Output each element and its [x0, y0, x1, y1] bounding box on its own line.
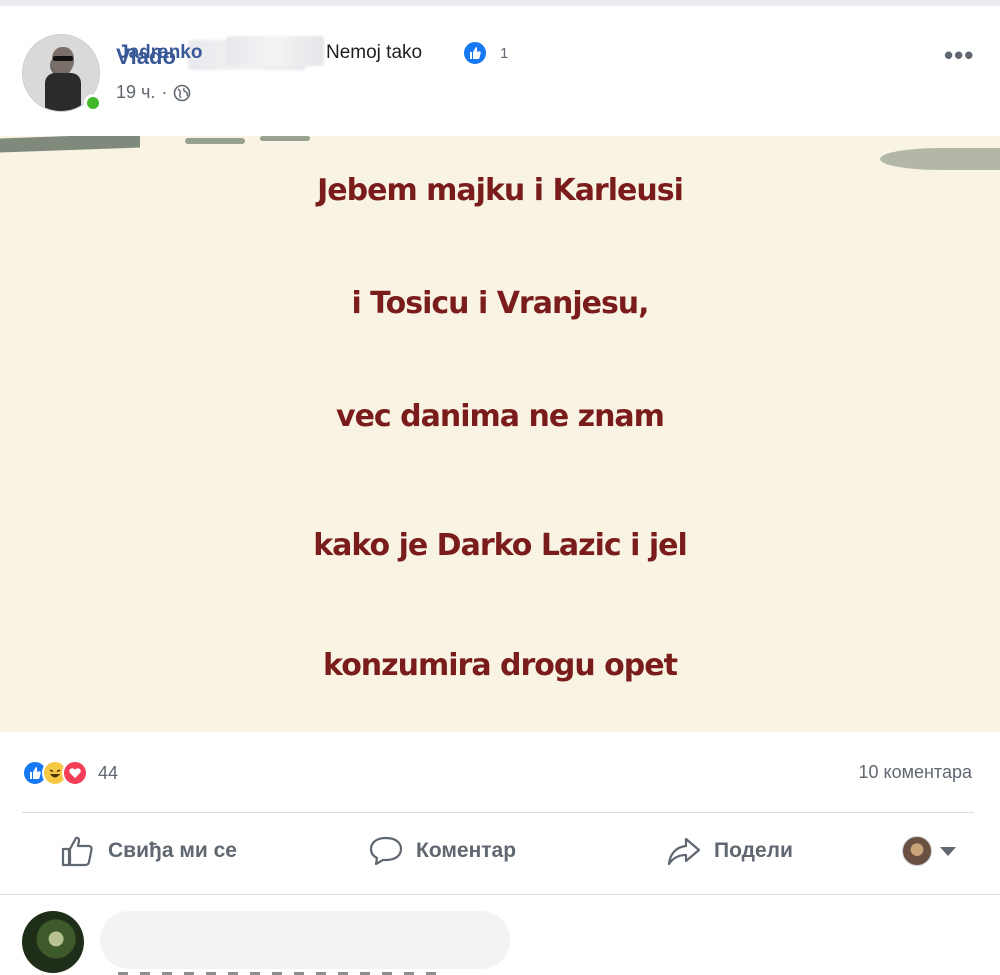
profile-avatar	[902, 836, 932, 866]
comment-reactions[interactable]: 1	[460, 40, 511, 66]
meme-text-line: Jebem majku i Karleusi	[317, 173, 684, 208]
more-options-icon[interactable]: •••	[944, 40, 974, 71]
meta-separator: ·	[161, 82, 168, 102]
meme-text-line: vec danima ne znam	[336, 399, 665, 434]
like-button[interactable]: Свиђа ми се	[60, 834, 237, 868]
comment-text: Nemoj tako	[326, 42, 423, 63]
online-status-icon	[84, 94, 102, 112]
share-arrow-icon	[667, 837, 701, 866]
comment-bubble-icon	[369, 836, 403, 866]
globe-icon[interactable]	[173, 84, 191, 102]
share-label: Подели	[714, 839, 793, 862]
post-header: Vlado 19 ч. · •••	[0, 12, 1000, 136]
redacted-last-name	[226, 36, 324, 66]
chevron-down-icon	[940, 846, 956, 856]
image-brush-stroke	[260, 136, 310, 141]
comment-bubble	[100, 911, 510, 969]
post-meta: 19 ч. ·	[116, 82, 191, 103]
image-brush-stroke	[185, 138, 245, 144]
comments-count-link[interactable]: 10 коментара	[858, 762, 972, 783]
meme-text-line: konzumira drogu opet	[323, 648, 678, 683]
post-image[interactable]: Jebem majku i Karleusi i Tosicu i Vranje…	[0, 136, 1000, 732]
meme-text-line: kako je Darko Lazic i jel	[313, 528, 688, 563]
like-icon	[462, 40, 488, 66]
reaction-count: 44	[98, 762, 119, 783]
post-card: Vlado 19 ч. · ••• Jebem majku i Karleusi…	[0, 0, 1000, 975]
reaction-profile-selector[interactable]	[902, 836, 956, 866]
comment-label: Коментар	[416, 839, 517, 862]
post-timestamp[interactable]: 19 ч.	[116, 82, 155, 103]
like-label: Свиђа ми се	[108, 839, 237, 862]
share-button[interactable]: Подели	[666, 834, 793, 868]
love-icon	[62, 760, 88, 786]
comment-reaction-count: 1	[500, 44, 509, 62]
thumbs-up-icon	[61, 836, 93, 867]
avatar-sunglasses	[53, 56, 73, 61]
image-brush-stroke	[0, 136, 140, 153]
image-brush-stroke	[880, 148, 1000, 170]
commenter-avatar[interactable]	[22, 911, 84, 973]
commenter-name[interactable]: Jadranko	[118, 42, 202, 64]
reactions-summary[interactable]: 44	[22, 760, 118, 786]
divider	[22, 812, 974, 813]
meme-text-line: i Tosicu i Vranjesu,	[351, 286, 649, 321]
avatar-body	[45, 73, 81, 111]
comment-button[interactable]: Коментар	[368, 834, 516, 868]
comments-section	[0, 894, 1000, 975]
